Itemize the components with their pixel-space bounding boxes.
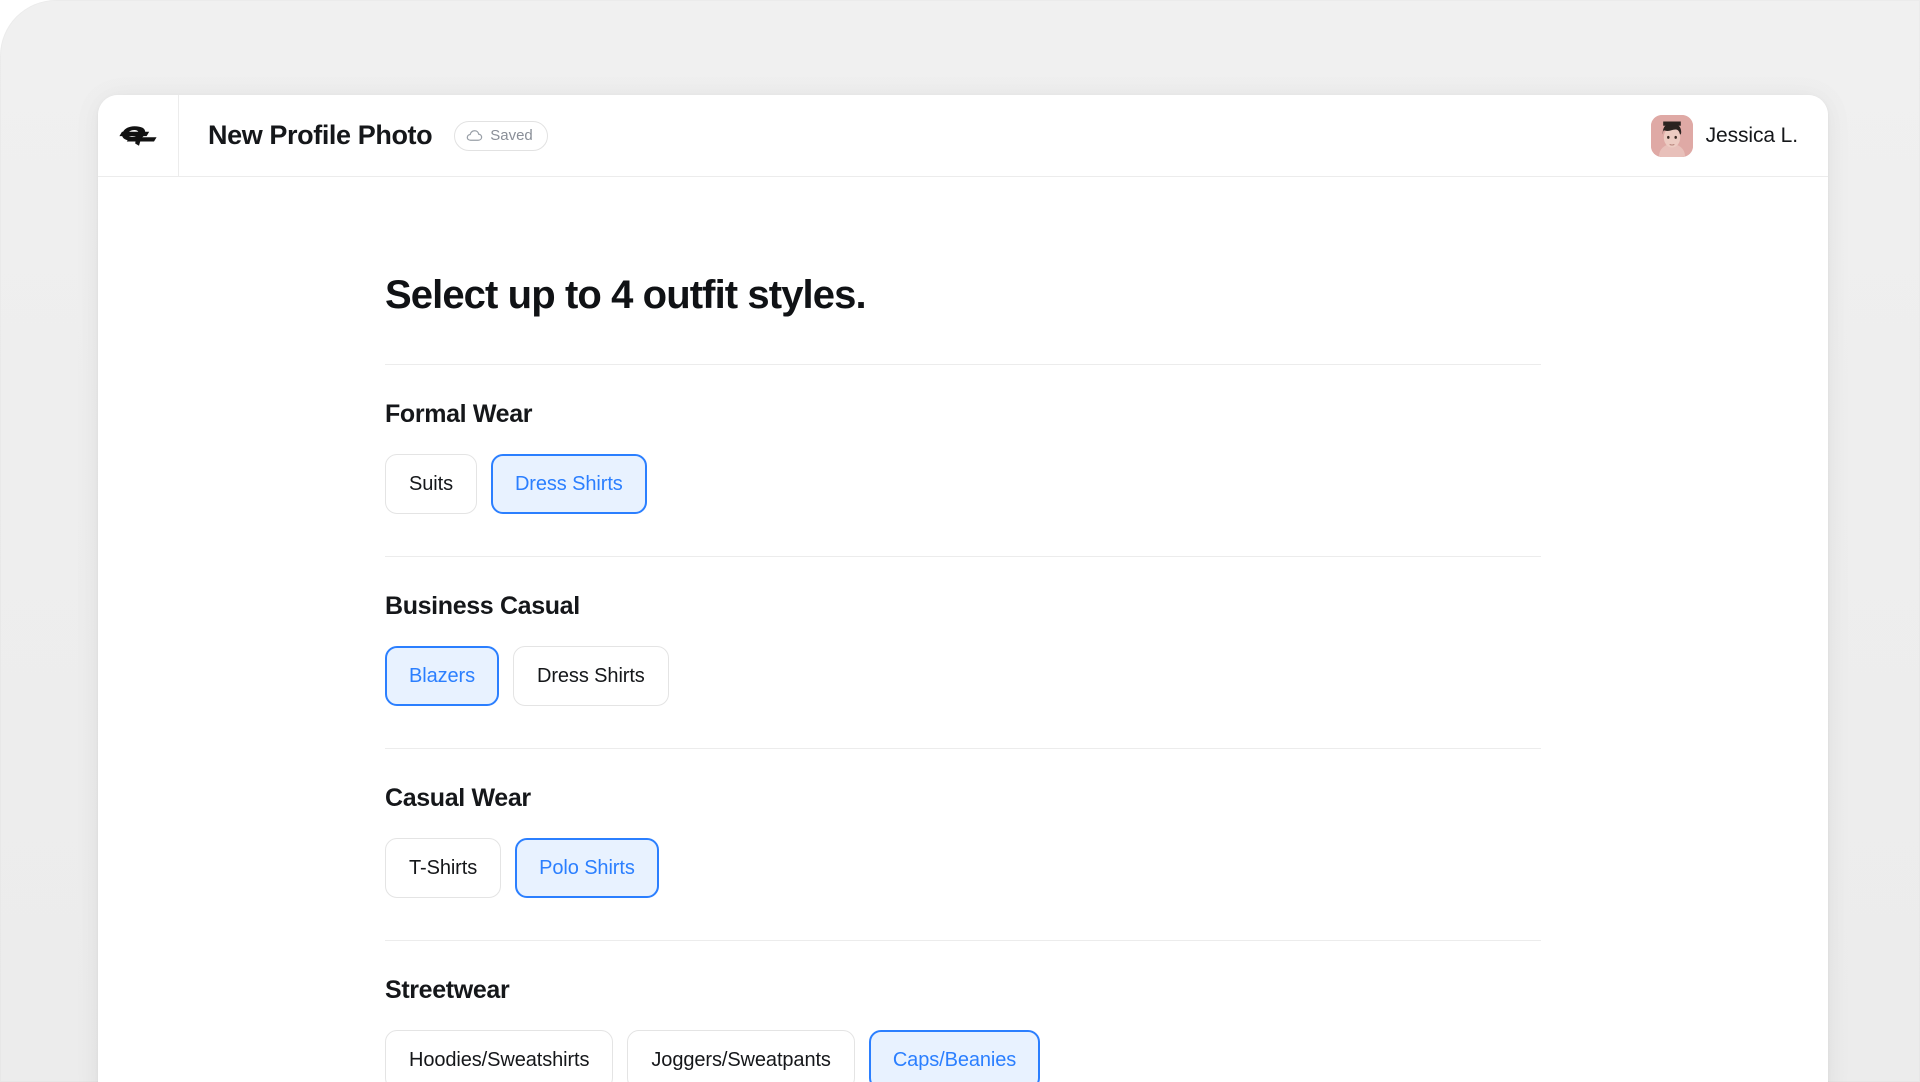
style-section: Casual Wear T-Shirts Polo Shirts bbox=[385, 749, 1541, 941]
option-chip[interactable]: T-Shirts bbox=[385, 838, 502, 898]
option-chip[interactable]: Polo Shirts bbox=[515, 838, 659, 898]
section-title: Formal Wear bbox=[385, 400, 533, 428]
user-name-label: Jessica L. bbox=[1705, 124, 1798, 147]
option-chip[interactable]: Blazers bbox=[385, 646, 499, 706]
zenith-logo-mark-icon bbox=[116, 121, 160, 151]
style-section: Streetwear Hoodies/Sweatshirts Joggers/Swe… bbox=[385, 941, 1541, 1082]
option-chip[interactable]: Caps/Beanies bbox=[868, 1030, 1041, 1082]
status-badge-saved: Saved bbox=[454, 120, 548, 151]
user-menu-button[interactable]: Jessica L. bbox=[1650, 114, 1800, 157]
option-chip[interactable]: Joggers/Sweatpants bbox=[627, 1030, 855, 1082]
option-chip[interactable]: Dress Shirts bbox=[513, 646, 669, 706]
option-chip-row: T-Shirts Polo Shirts bbox=[385, 838, 1541, 899]
page-title: Select up to 4 outfit styles. bbox=[385, 273, 867, 317]
option-chip-row: Hoodies/Sweatshirts Joggers/Sweatpants Cap… bbox=[385, 1030, 1541, 1082]
option-chip-row: Suits Dress Shirts bbox=[385, 454, 1541, 515]
page-title-header: New Profile Photo bbox=[208, 120, 433, 150]
style-section: Formal Wear Suits Dress Shirts bbox=[385, 365, 1541, 557]
header-content: New Profile Photo Saved Jessica L. bbox=[179, 95, 1828, 176]
section-title: Streetwear bbox=[385, 976, 510, 1004]
avatar bbox=[1650, 114, 1693, 157]
app-window: New Profile Photo Saved Jessica L. Selec… bbox=[98, 95, 1828, 1082]
option-chip[interactable]: Dress Shirts bbox=[490, 454, 647, 514]
app-header: New Profile Photo Saved Jessica L. bbox=[98, 95, 1828, 177]
style-section: Business Casual Blazers Dress Shirts bbox=[385, 557, 1541, 749]
style-sections: Formal Wear Suits Dress Shirts Business Cas… bbox=[385, 365, 1541, 1082]
cloud-icon bbox=[466, 129, 483, 142]
option-chip-row: Blazers Dress Shirts bbox=[385, 646, 1541, 707]
app-body: Select up to 4 outfit styles. Formal Wea… bbox=[98, 177, 1828, 1082]
section-title: Business Casual bbox=[385, 592, 580, 620]
status-badge-label: Saved bbox=[490, 127, 533, 144]
option-chip[interactable]: Suits bbox=[385, 454, 477, 514]
logo-button[interactable] bbox=[98, 95, 179, 176]
content-column: Select up to 4 outfit styles. Formal Wea… bbox=[385, 177, 1541, 1082]
option-chip[interactable]: Hoodies/Sweatshirts bbox=[385, 1030, 614, 1082]
section-title: Casual Wear bbox=[385, 784, 531, 812]
desktop-background: New Profile Photo Saved Jessica L. Selec… bbox=[0, 0, 1920, 1082]
